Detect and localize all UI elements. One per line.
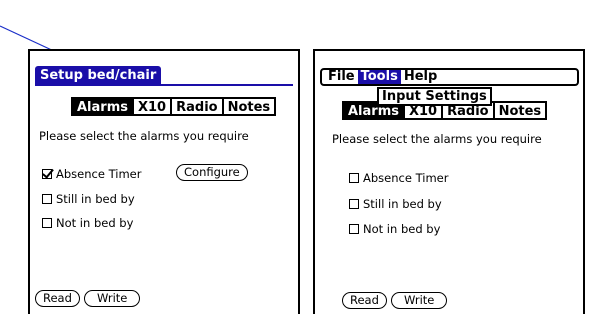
checkbox-still-in-bed[interactable]: Still in bed by [349,197,442,211]
checkbox-label: Still in bed by [56,192,135,206]
write-button[interactable]: Write [84,290,141,307]
tab-bar: Alarms X10 Radio Notes [71,97,277,116]
tab-x10[interactable]: X10 [131,97,173,116]
checkbox-not-in-bed[interactable]: Not in bed by [42,216,133,230]
checkbox-absence-timer[interactable]: Absence Timer [42,167,141,181]
menu-help[interactable]: Help [401,70,440,84]
checkbox-label: Still in bed by [363,197,442,211]
checkbox-icon[interactable] [349,224,359,234]
title-underline [35,84,293,86]
configure-button[interactable]: Configure [176,164,248,181]
checkbox-absence-timer[interactable]: Absence Timer [349,171,448,185]
checkbox-label: Not in bed by [363,222,441,236]
checkbox-label: Absence Timer [56,167,142,181]
checkbox-icon[interactable] [349,199,359,209]
left-device-screen: Setup bed/chair Alarms X10 Radio Notes P… [28,49,300,314]
write-button[interactable]: Write [391,292,448,309]
form-title[interactable]: Setup bed/chair [35,66,162,85]
read-button[interactable]: Read [342,292,387,309]
tab-notes[interactable]: Notes [221,97,277,116]
menu-tools[interactable]: Tools [357,70,401,84]
menu-item-input-settings[interactable]: Input Settings [377,87,492,106]
read-button[interactable]: Read [35,290,80,307]
checkbox-still-in-bed[interactable]: Still in bed by [42,192,135,206]
checkbox-icon[interactable] [349,173,359,183]
tab-notes[interactable]: Notes [492,101,548,120]
checkbox-icon[interactable] [42,194,52,204]
prompt-text: Please select the alarms you require [39,129,249,143]
menu-file[interactable]: File [325,70,358,84]
checkbox-label: Not in bed by [56,216,134,230]
checkbox-checked-icon[interactable] [42,169,52,179]
checkbox-icon[interactable] [42,218,52,228]
checkbox-not-in-bed[interactable]: Not in bed by [349,222,440,236]
right-device-screen: File Tools Help Input Settings Alarms X1… [313,49,585,314]
menu-bar: File Tools Help [320,68,579,86]
tab-alarms[interactable]: Alarms [71,97,134,116]
prompt-text: Please select the alarms you require [332,132,542,146]
tab-radio[interactable]: Radio [170,97,224,116]
checkbox-label: Absence Timer [363,171,449,185]
